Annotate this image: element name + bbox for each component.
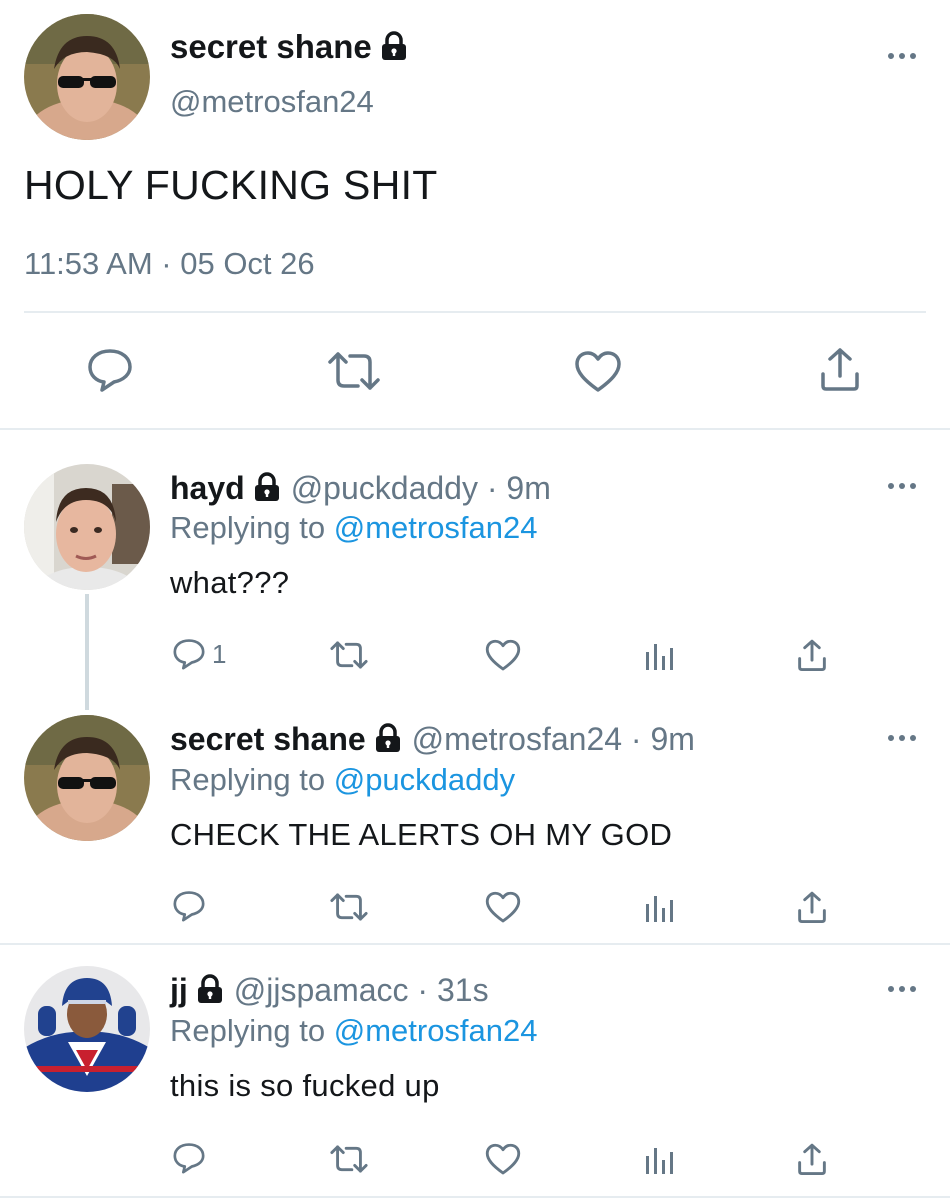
user-handle[interactable]: @metrosfan24: [412, 721, 622, 757]
share-icon[interactable]: [818, 346, 862, 392]
replying-to: Replying to @puckdaddy: [170, 762, 516, 797]
replying-to-link[interactable]: @metrosfan24: [334, 1013, 538, 1048]
reply-icon[interactable]: [86, 348, 134, 392]
timestamp[interactable]: 11:53 AM · 05 Oct 26: [24, 246, 315, 282]
retweet-icon[interactable]: [329, 640, 369, 670]
replying-to: Replying to @metrosfan24: [170, 1013, 538, 1048]
display-name[interactable]: secret shane: [170, 721, 366, 757]
replying-to: Replying to @metrosfan24: [170, 510, 538, 545]
thread-line: [85, 594, 89, 710]
lock-icon: [254, 472, 279, 501]
analytics-icon[interactable]: [644, 892, 676, 924]
relative-time[interactable]: 9m: [506, 470, 550, 506]
retweet-icon[interactable]: [326, 350, 382, 392]
avatar[interactable]: [24, 966, 150, 1092]
tweet-text: what???: [170, 565, 290, 600]
reply-header: hayd @puckdaddy · 9m: [170, 470, 551, 506]
more-options-icon[interactable]: [888, 983, 916, 995]
share-icon[interactable]: [796, 890, 828, 924]
lock-icon: [375, 723, 400, 752]
like-icon[interactable]: [485, 1143, 521, 1176]
tweet-text: this is so fucked up: [170, 1068, 440, 1103]
divider: [24, 311, 926, 313]
divider: [0, 428, 950, 430]
divider: [0, 1196, 950, 1198]
share-icon[interactable]: [796, 638, 828, 672]
tweet-text: CHECK THE ALERTS OH MY GOD: [170, 817, 673, 852]
replying-to-link[interactable]: @metrosfan24: [334, 510, 538, 545]
analytics-icon[interactable]: [644, 640, 676, 672]
display-name[interactable]: jj: [170, 972, 188, 1008]
lock-icon: [197, 974, 222, 1003]
like-icon[interactable]: [574, 350, 622, 394]
reply-header: jj @jjspamacc · 31s: [170, 972, 489, 1008]
reply-count: 1: [212, 638, 227, 669]
more-options-icon[interactable]: [888, 50, 916, 62]
like-icon[interactable]: [485, 639, 521, 672]
display-name[interactable]: secret shane: [170, 28, 408, 66]
relative-time[interactable]: 9m: [650, 721, 694, 757]
like-icon[interactable]: [485, 891, 521, 924]
share-icon[interactable]: [796, 1142, 828, 1176]
reply-icon[interactable]: [172, 890, 206, 922]
user-handle[interactable]: @puckdaddy: [291, 470, 478, 506]
reply-icon[interactable]: 1: [172, 638, 226, 670]
more-options-icon[interactable]: [888, 480, 916, 492]
reply-icon[interactable]: [172, 1142, 206, 1174]
lock-icon: [381, 31, 406, 60]
replying-to-link[interactable]: @puckdaddy: [334, 762, 515, 797]
more-options-icon[interactable]: [888, 732, 916, 744]
avatar[interactable]: [24, 14, 150, 140]
relative-time[interactable]: 31s: [437, 972, 489, 1008]
retweet-icon[interactable]: [329, 892, 369, 922]
retweet-icon[interactable]: [329, 1144, 369, 1174]
analytics-icon[interactable]: [644, 1144, 676, 1176]
avatar[interactable]: [24, 715, 150, 841]
user-handle[interactable]: @jjspamacc: [234, 972, 409, 1008]
reply-header: secret shane @metrosfan24 · 9m: [170, 721, 695, 757]
tweet-text: HOLY FUCKING SHIT: [24, 162, 438, 208]
user-handle[interactable]: @metrosfan24: [170, 84, 374, 120]
divider: [0, 943, 950, 945]
display-name[interactable]: hayd: [170, 470, 245, 506]
avatar[interactable]: [24, 464, 150, 590]
